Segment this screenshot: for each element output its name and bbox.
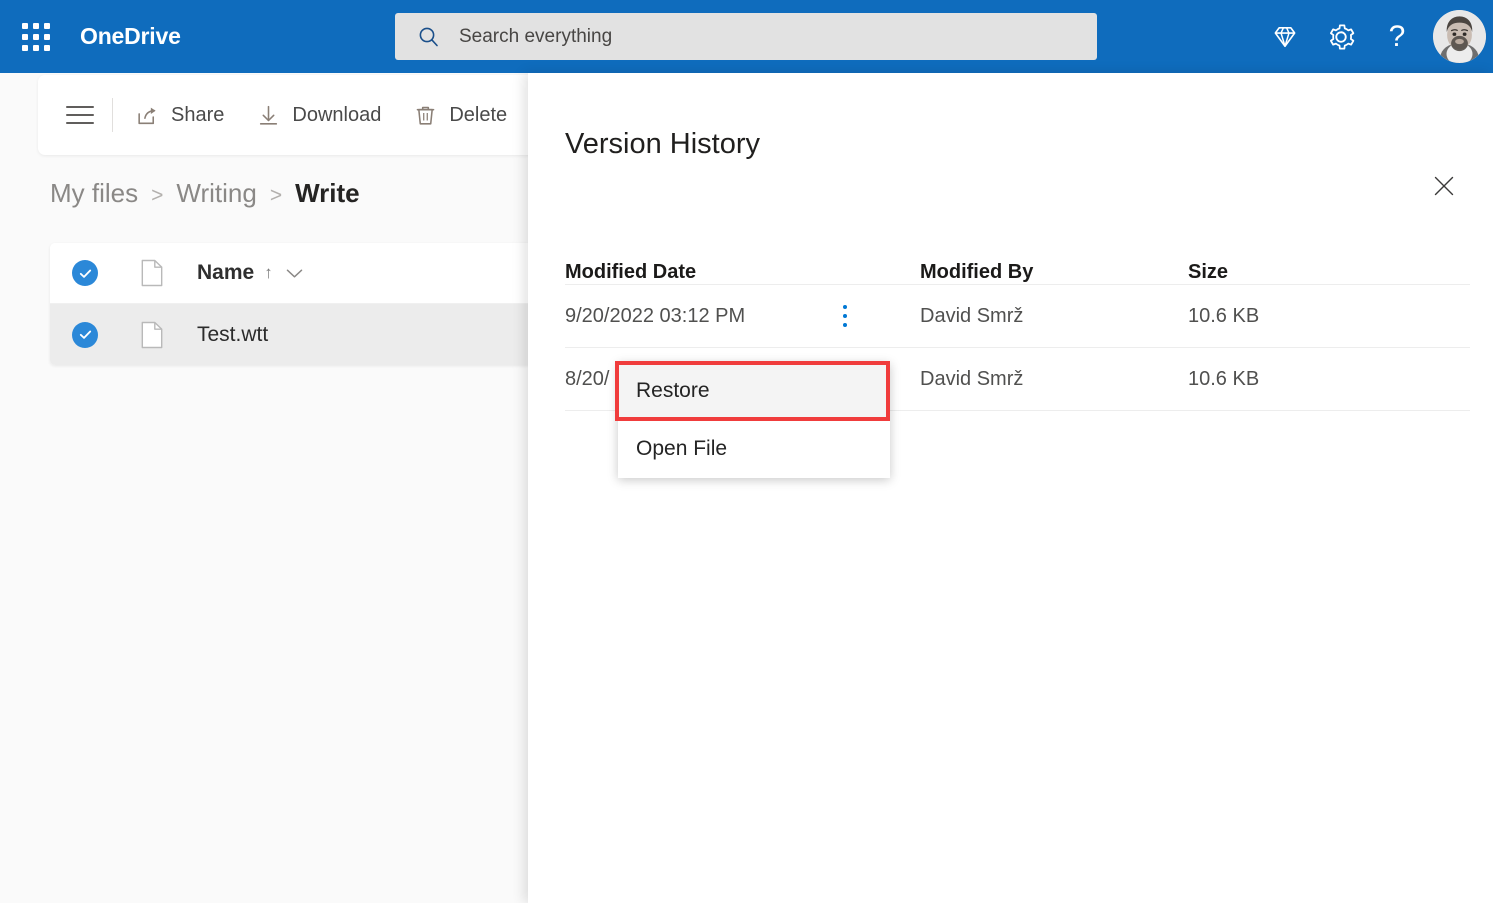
version-context-menu: Restore Open File	[618, 362, 890, 478]
waffle-grid-icon	[22, 23, 50, 51]
breadcrumb-item-my-files[interactable]: My files	[50, 178, 138, 209]
menu-item-restore[interactable]: Restore	[618, 362, 890, 420]
close-icon	[1433, 175, 1455, 202]
search-input[interactable]: Search everything	[395, 13, 1097, 60]
share-label: Share	[171, 104, 224, 127]
table-header-row: Modified Date Modified By Size	[565, 241, 1470, 285]
account-avatar-button[interactable]	[1425, 0, 1493, 73]
nav-menu-button[interactable]	[52, 87, 108, 143]
premium-diamond-button[interactable]	[1257, 9, 1313, 65]
download-label: Download	[292, 104, 381, 127]
file-name[interactable]: Test.wtt	[197, 323, 268, 347]
close-panel-button[interactable]	[1427, 171, 1461, 205]
version-size: 10.6 KB	[1188, 305, 1388, 328]
table-row[interactable]: 9/20/2022 03:12 PM David Smrž 10.6 KB	[565, 285, 1470, 348]
breadcrumb: My files > Writing > Write	[50, 178, 360, 209]
sort-ascending-icon: ↑	[264, 263, 273, 283]
column-header-modified-date: Modified Date	[565, 261, 920, 284]
version-modified-date: 9/20/2022 03:12 PM	[565, 301, 920, 331]
column-header-size: Size	[1188, 261, 1388, 284]
breadcrumb-item-write[interactable]: Write	[295, 178, 360, 209]
share-icon	[135, 103, 160, 128]
select-all-checkbox[interactable]	[72, 260, 98, 286]
breadcrumb-item-writing[interactable]: Writing	[176, 178, 256, 209]
question-mark-icon: ?	[1389, 22, 1406, 52]
search-placeholder: Search everything	[459, 26, 612, 48]
version-size: 10.6 KB	[1188, 368, 1388, 391]
breadcrumb-separator: >	[151, 184, 163, 208]
hamburger-icon	[66, 100, 94, 129]
version-date-text: 8/20/	[565, 368, 609, 391]
chevron-down-icon[interactable]	[286, 268, 303, 279]
document-icon	[140, 259, 164, 287]
app-launcher-button[interactable]	[12, 13, 60, 61]
onedrive-app-window: OneDrive Search everything	[0, 0, 1493, 903]
settings-button[interactable]	[1313, 9, 1369, 65]
page-title: Version History	[565, 128, 760, 161]
header-actions: ?	[1257, 0, 1493, 73]
breadcrumb-separator: >	[270, 184, 282, 208]
column-header-name[interactable]: Name	[197, 261, 254, 285]
column-header-modified-by: Modified By	[920, 261, 1188, 284]
share-button[interactable]: Share	[119, 89, 240, 141]
brand-title[interactable]: OneDrive	[80, 23, 181, 50]
document-icon	[140, 321, 164, 349]
more-vertical-icon[interactable]	[832, 301, 858, 331]
version-history-panel: Version History Modified Date Modified B…	[528, 73, 1493, 903]
avatar	[1433, 10, 1486, 63]
help-button[interactable]: ?	[1369, 9, 1425, 65]
command-bar-divider	[112, 98, 113, 132]
gear-icon	[1326, 22, 1356, 52]
download-icon	[256, 103, 281, 128]
version-modified-by: David Smrž	[920, 368, 1188, 391]
download-button[interactable]: Download	[240, 89, 397, 141]
search-icon	[417, 25, 441, 49]
version-modified-by: David Smrž	[920, 305, 1188, 328]
row-checkbox[interactable]	[72, 322, 98, 348]
delete-button[interactable]: Delete	[397, 89, 523, 141]
suite-header: OneDrive Search everything	[0, 0, 1493, 73]
menu-item-open-file[interactable]: Open File	[618, 420, 890, 478]
delete-label: Delete	[449, 104, 507, 127]
diamond-icon	[1270, 22, 1300, 52]
version-date-text: 9/20/2022 03:12 PM	[565, 305, 745, 328]
trash-icon	[413, 103, 438, 128]
